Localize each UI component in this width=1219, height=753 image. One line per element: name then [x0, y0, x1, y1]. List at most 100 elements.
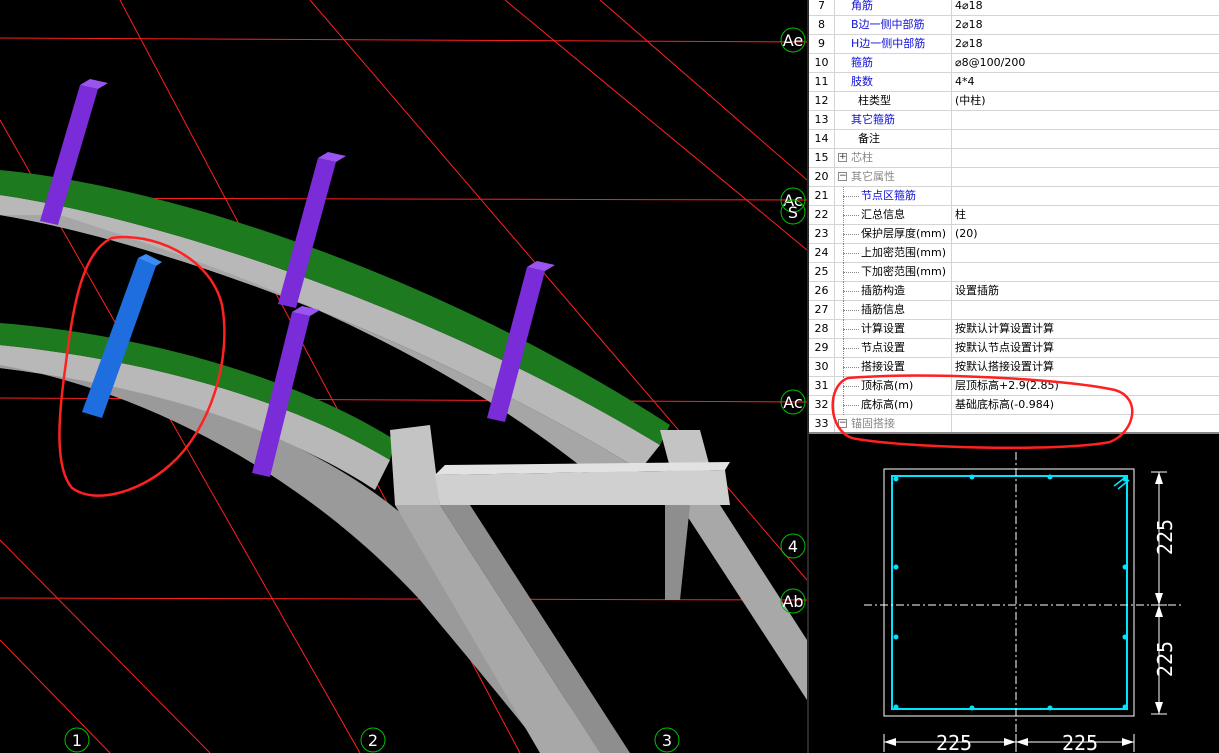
- property-label: 箍筋: [851, 56, 873, 69]
- row-number: 24: [809, 244, 835, 263]
- row-number: 27: [809, 301, 835, 320]
- property-value[interactable]: [952, 187, 1219, 206]
- property-value[interactable]: [952, 111, 1219, 130]
- property-name[interactable]: + 芯柱: [835, 149, 952, 168]
- 3d-scene[interactable]: AeAcSAc4Ab1 2 3: [0, 0, 807, 753]
- property-value[interactable]: 2⌀18: [952, 35, 1219, 54]
- property-row[interactable]: 24 上加密范围(mm): [809, 244, 1219, 263]
- row-number: 33: [809, 415, 835, 432]
- property-row[interactable]: 13 其它箍筋: [809, 111, 1219, 130]
- column-section-preview: 225 225 225 225: [809, 434, 1219, 753]
- property-name[interactable]: − 其它属性: [835, 168, 952, 187]
- property-value[interactable]: 4⌀18: [952, 0, 1219, 16]
- property-row[interactable]: 31 顶标高(m) 层顶标高+2.9(2.85): [809, 377, 1219, 396]
- property-name[interactable]: 上加密范围(mm): [835, 244, 952, 263]
- property-value[interactable]: (20): [952, 225, 1219, 244]
- property-name[interactable]: − 锚固搭接: [835, 415, 952, 432]
- property-row[interactable]: 29 节点设置 按默认节点设置计算: [809, 339, 1219, 358]
- property-row[interactable]: 32 底标高(m) 基础底标高(-0.984): [809, 396, 1219, 415]
- property-row[interactable]: 25 下加密范围(mm): [809, 263, 1219, 282]
- property-row[interactable]: 20− 其它属性: [809, 168, 1219, 187]
- property-row[interactable]: 7 角筋 4⌀18: [809, 0, 1219, 16]
- property-value[interactable]: [952, 149, 1219, 168]
- property-name[interactable]: 汇总信息: [835, 206, 952, 225]
- property-label: 锚固搭接: [851, 417, 895, 430]
- dim-right-label: 225: [1062, 731, 1098, 753]
- property-value[interactable]: [952, 244, 1219, 263]
- tree-branch-icon: [843, 405, 859, 406]
- grid-line: [0, 539, 211, 753]
- property-name[interactable]: 保护层厚度(mm): [835, 225, 952, 244]
- property-value[interactable]: 按默认节点设置计算: [952, 339, 1219, 358]
- property-row[interactable]: 22 汇总信息 柱: [809, 206, 1219, 225]
- property-value[interactable]: ⌀8@100/200: [952, 54, 1219, 73]
- property-name[interactable]: 插筋构造: [835, 282, 952, 301]
- property-name[interactable]: 角筋: [835, 0, 952, 16]
- property-row[interactable]: 26 插筋构造 设置插筋: [809, 282, 1219, 301]
- property-value[interactable]: [952, 130, 1219, 149]
- property-name[interactable]: 顶标高(m): [835, 377, 952, 396]
- property-name[interactable]: 其它箍筋: [835, 111, 952, 130]
- property-value[interactable]: 柱: [952, 206, 1219, 225]
- property-value[interactable]: 4*4: [952, 73, 1219, 92]
- property-row[interactable]: 9 H边一侧中部筋 2⌀18: [809, 35, 1219, 54]
- property-row[interactable]: 27 插筋信息: [809, 301, 1219, 320]
- row-number: 7: [809, 0, 835, 16]
- tree-branch-icon: [843, 291, 859, 292]
- property-value[interactable]: 按默认搭接设置计算: [952, 358, 1219, 377]
- property-grid[interactable]: 7 角筋 4⌀18 8 B边一侧中部筋 2⌀18 9 H边一侧中部筋 2⌀18 10 箍筋 ⌀8@10…: [809, 0, 1219, 434]
- property-value[interactable]: 2⌀18: [952, 16, 1219, 35]
- property-name[interactable]: 柱类型: [835, 92, 952, 111]
- 3d-model-viewport[interactable]: Ae Ac S Ac 4 Ab 1 2 3: [0, 0, 807, 753]
- axis-label: Ab: [782, 592, 803, 611]
- property-name[interactable]: 箍筋: [835, 54, 952, 73]
- property-name[interactable]: 肢数: [835, 73, 952, 92]
- tree-branch-icon: [843, 386, 859, 387]
- property-value[interactable]: 层顶标高+2.9(2.85): [952, 377, 1219, 396]
- property-name[interactable]: 搭接设置: [835, 358, 952, 377]
- property-name[interactable]: 备注: [835, 130, 952, 149]
- collapse-minus-icon[interactable]: −: [838, 172, 847, 181]
- property-label: 保护层厚度(mm): [861, 227, 947, 240]
- dim-left-label: 225: [936, 731, 972, 753]
- row-number: 9: [809, 35, 835, 54]
- property-row[interactable]: 8 B边一侧中部筋 2⌀18: [809, 16, 1219, 35]
- property-value[interactable]: 基础底标高(-0.984): [952, 396, 1219, 415]
- property-value[interactable]: 设置插筋: [952, 282, 1219, 301]
- property-value[interactable]: [952, 168, 1219, 187]
- property-name[interactable]: B边一侧中部筋: [835, 16, 952, 35]
- property-value[interactable]: [952, 415, 1219, 432]
- crossbeam: [435, 470, 730, 505]
- expand-plus-icon[interactable]: +: [838, 153, 847, 162]
- property-name[interactable]: 插筋信息: [835, 301, 952, 320]
- collapse-minus-icon[interactable]: −: [838, 419, 847, 428]
- property-row[interactable]: 23 保护层厚度(mm) (20): [809, 225, 1219, 244]
- property-name[interactable]: 下加密范围(mm): [835, 263, 952, 282]
- rebar-dot: [893, 476, 899, 482]
- row-number: 20: [809, 168, 835, 187]
- property-row[interactable]: 15 + 芯柱: [809, 149, 1219, 168]
- property-row[interactable]: 33− 锚固搭接: [809, 415, 1219, 432]
- property-name[interactable]: 底标高(m): [835, 396, 952, 415]
- property-row[interactable]: 28 计算设置 按默认计算设置计算: [809, 320, 1219, 339]
- property-row[interactable]: 12 柱类型 (中柱): [809, 92, 1219, 111]
- property-row[interactable]: 14 备注: [809, 130, 1219, 149]
- property-value[interactable]: (中柱): [952, 92, 1219, 111]
- row-number: 12: [809, 92, 835, 111]
- property-value[interactable]: 按默认计算设置计算: [952, 320, 1219, 339]
- property-name[interactable]: 节点设置: [835, 339, 952, 358]
- grid-line: [0, 37, 807, 43]
- property-name[interactable]: H边一侧中部筋: [835, 35, 952, 54]
- property-value[interactable]: [952, 263, 1219, 282]
- property-row[interactable]: 10 箍筋 ⌀8@100/200: [809, 54, 1219, 73]
- property-label: 肢数: [851, 75, 873, 88]
- property-row[interactable]: 30 搭接设置 按默认搭接设置计算: [809, 358, 1219, 377]
- tree-branch-icon: [843, 348, 859, 349]
- property-name[interactable]: 计算设置: [835, 320, 952, 339]
- property-label: 角筋: [851, 0, 873, 12]
- property-row[interactable]: 21 节点区箍筋: [809, 187, 1219, 206]
- property-name[interactable]: 节点区箍筋: [835, 187, 952, 206]
- section-drawing: 225 225 225 225: [864, 452, 1181, 753]
- property-value[interactable]: [952, 301, 1219, 320]
- property-row[interactable]: 11 肢数 4*4: [809, 73, 1219, 92]
